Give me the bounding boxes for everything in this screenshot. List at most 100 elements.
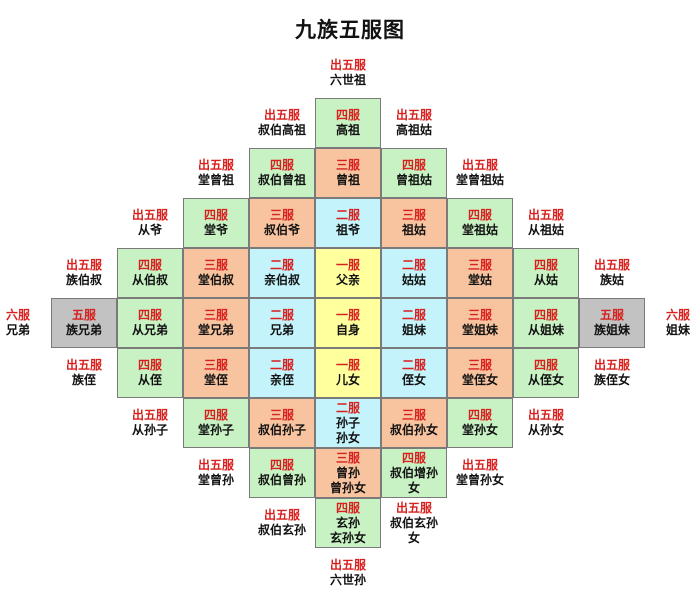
mourning-grade-label: 四服 <box>203 408 228 422</box>
mourning-grade-label: 二服 <box>401 258 426 272</box>
mourning-grade-label: 三服 <box>203 358 228 372</box>
kin-cell: 四服 堂爷 <box>183 198 249 248</box>
kin-cell: 四服 玄孙 玄孙女 <box>315 498 381 548</box>
kin-cell: 三服 堂侄女 <box>447 348 513 398</box>
mourning-grade-label: 出五服 <box>65 358 102 372</box>
relation-name: 玄孙女 <box>329 530 366 545</box>
mourning-grade-label: 三服 <box>269 408 294 422</box>
relation-name: 亲伯叔 <box>263 273 300 287</box>
mourning-grade-label: 出五服 <box>395 108 432 122</box>
kin-cell: 一服 儿女 <box>315 348 381 398</box>
mourning-grade-label: 出五服 <box>593 258 630 272</box>
mourning-grade-label: 二服 <box>269 258 294 272</box>
mourning-grade-label: 出五服 <box>461 458 498 472</box>
mourning-grade-label: 五服 <box>599 308 624 322</box>
relation-name: 堂姑 <box>467 273 492 287</box>
mourning-grade-label: 四服 <box>533 358 558 372</box>
mourning-grade-label: 二服 <box>335 400 360 415</box>
relation-name: 叔伯孙子 <box>257 423 306 437</box>
relation-name: 堂祖姑 <box>461 223 498 237</box>
relation-name: 叔伯孙女 <box>389 423 438 437</box>
kin-cell: 出五服 高祖姑 <box>381 98 447 148</box>
kin-cell: 出五服 六世祖 <box>315 48 381 98</box>
kin-cell: 出五服 堂曾孙女 <box>447 448 513 498</box>
relation-name: 从侄 <box>137 373 162 387</box>
kin-cell: 四服 从伯叔 <box>117 248 183 298</box>
relation-name: 堂曾孙 <box>197 473 234 487</box>
mourning-grade-label: 三服 <box>467 308 492 322</box>
kin-cell: 四服 堂孙子 <box>183 398 249 448</box>
kin-cell: 出五服 从祖姑 <box>513 198 579 248</box>
kin-cell: 出五服 族伯叔 <box>51 248 117 298</box>
kin-cell: 五服 族姐妹 <box>579 298 645 348</box>
relation-name: 孙子 <box>335 415 360 430</box>
kin-cell: 出五服 叔伯玄孙女 <box>381 498 447 548</box>
mourning-grade-label: 三服 <box>335 158 360 172</box>
relation-name: 堂曾祖 <box>197 173 234 187</box>
mourning-grade-label: 出五服 <box>131 408 168 422</box>
diagram-title: 九族五服图 <box>295 18 405 42</box>
kin-cell: 三服 曾孙 曾孙女 <box>315 448 381 498</box>
relation-name: 姑姑 <box>401 273 426 287</box>
kin-cell: 二服 亲侄 <box>249 348 315 398</box>
kin-cell: 三服 叔伯孙子 <box>249 398 315 448</box>
relation-name: 女 <box>407 480 420 495</box>
mourning-grade-label: 四服 <box>137 358 162 372</box>
relation-name: 祖爷 <box>335 223 360 237</box>
mourning-grade-label: 出五服 <box>329 58 366 72</box>
relation-name: 从姑 <box>533 273 558 287</box>
relation-name: 玄孙 <box>335 515 360 530</box>
relation-name: 从祖姑 <box>527 223 564 237</box>
kin-cell: 六服 兄弟 <box>0 298 51 348</box>
mourning-grade-label: 一服 <box>335 358 360 372</box>
mourning-grade-label: 三服 <box>401 408 426 422</box>
mourning-grade-label: 出五服 <box>197 158 234 172</box>
relation-name: 叔伯曾祖 <box>257 173 306 187</box>
relation-name: 堂孙女 <box>461 423 498 437</box>
mourning-grade-label: 四服 <box>401 450 426 465</box>
mourning-grade-label: 三服 <box>467 258 492 272</box>
kin-cell: 二服 祖爷 <box>315 198 381 248</box>
kin-cell: 三服 堂侄 <box>183 348 249 398</box>
mourning-grade-label: 出五服 <box>329 558 366 572</box>
mourning-grade-label: 三服 <box>269 208 294 222</box>
mourning-grade-label: 五服 <box>71 308 96 322</box>
relation-name: 堂伯叔 <box>197 273 234 287</box>
relation-name: 族姑 <box>599 273 624 287</box>
mourning-grade-label: 四服 <box>467 408 492 422</box>
kin-cell: 出五服 从孙子 <box>117 398 183 448</box>
kin-cell: 三服 祖姑 <box>381 198 447 248</box>
kin-cell: 出五服 从孙女 <box>513 398 579 448</box>
relation-name: 堂姐妹 <box>461 323 498 337</box>
kin-cell: 四服 高祖 <box>315 98 381 148</box>
relation-name: 叔伯增孙 <box>389 465 438 480</box>
kin-cell: 四服 从侄 <box>117 348 183 398</box>
kin-cell: 三服 堂兄弟 <box>183 298 249 348</box>
relation-name: 曾祖姑 <box>395 173 432 187</box>
mourning-grade-label: 四服 <box>467 208 492 222</box>
relation-name: 从伯叔 <box>131 273 168 287</box>
mourning-grade-label: 出五服 <box>263 508 300 522</box>
relation-name: 族兄弟 <box>65 323 102 337</box>
relation-name: 从爷 <box>137 223 162 237</box>
kin-cell: 二服 孙子 孙女 <box>315 398 381 448</box>
relation-name: 堂侄 <box>203 373 228 387</box>
relation-name: 族侄女 <box>593 373 630 387</box>
kin-cell: 五服 族兄弟 <box>51 298 117 348</box>
kin-cell: 三服 堂姐妹 <box>447 298 513 348</box>
mourning-grade-label: 四服 <box>137 308 162 322</box>
relation-name: 堂侄女 <box>461 373 498 387</box>
mourning-grade-label: 四服 <box>269 458 294 472</box>
mourning-grade-label: 四服 <box>269 158 294 172</box>
relation-name: 亲侄 <box>269 373 294 387</box>
kin-cell: 二服 兄弟 <box>249 298 315 348</box>
mourning-grade-label: 四服 <box>335 500 360 515</box>
kin-cell: 三服 叔伯爷 <box>249 198 315 248</box>
mourning-grade-label: 出五服 <box>395 500 432 515</box>
kin-cell: 六服 姐妹 <box>645 298 700 348</box>
relation-name: 堂孙子 <box>197 423 234 437</box>
relation-name: 六世祖 <box>329 73 366 87</box>
kin-cell: 二服 侄女 <box>381 348 447 398</box>
relation-name: 叔伯高祖 <box>257 123 306 137</box>
kin-cell: 一服 自身 <box>315 298 381 348</box>
